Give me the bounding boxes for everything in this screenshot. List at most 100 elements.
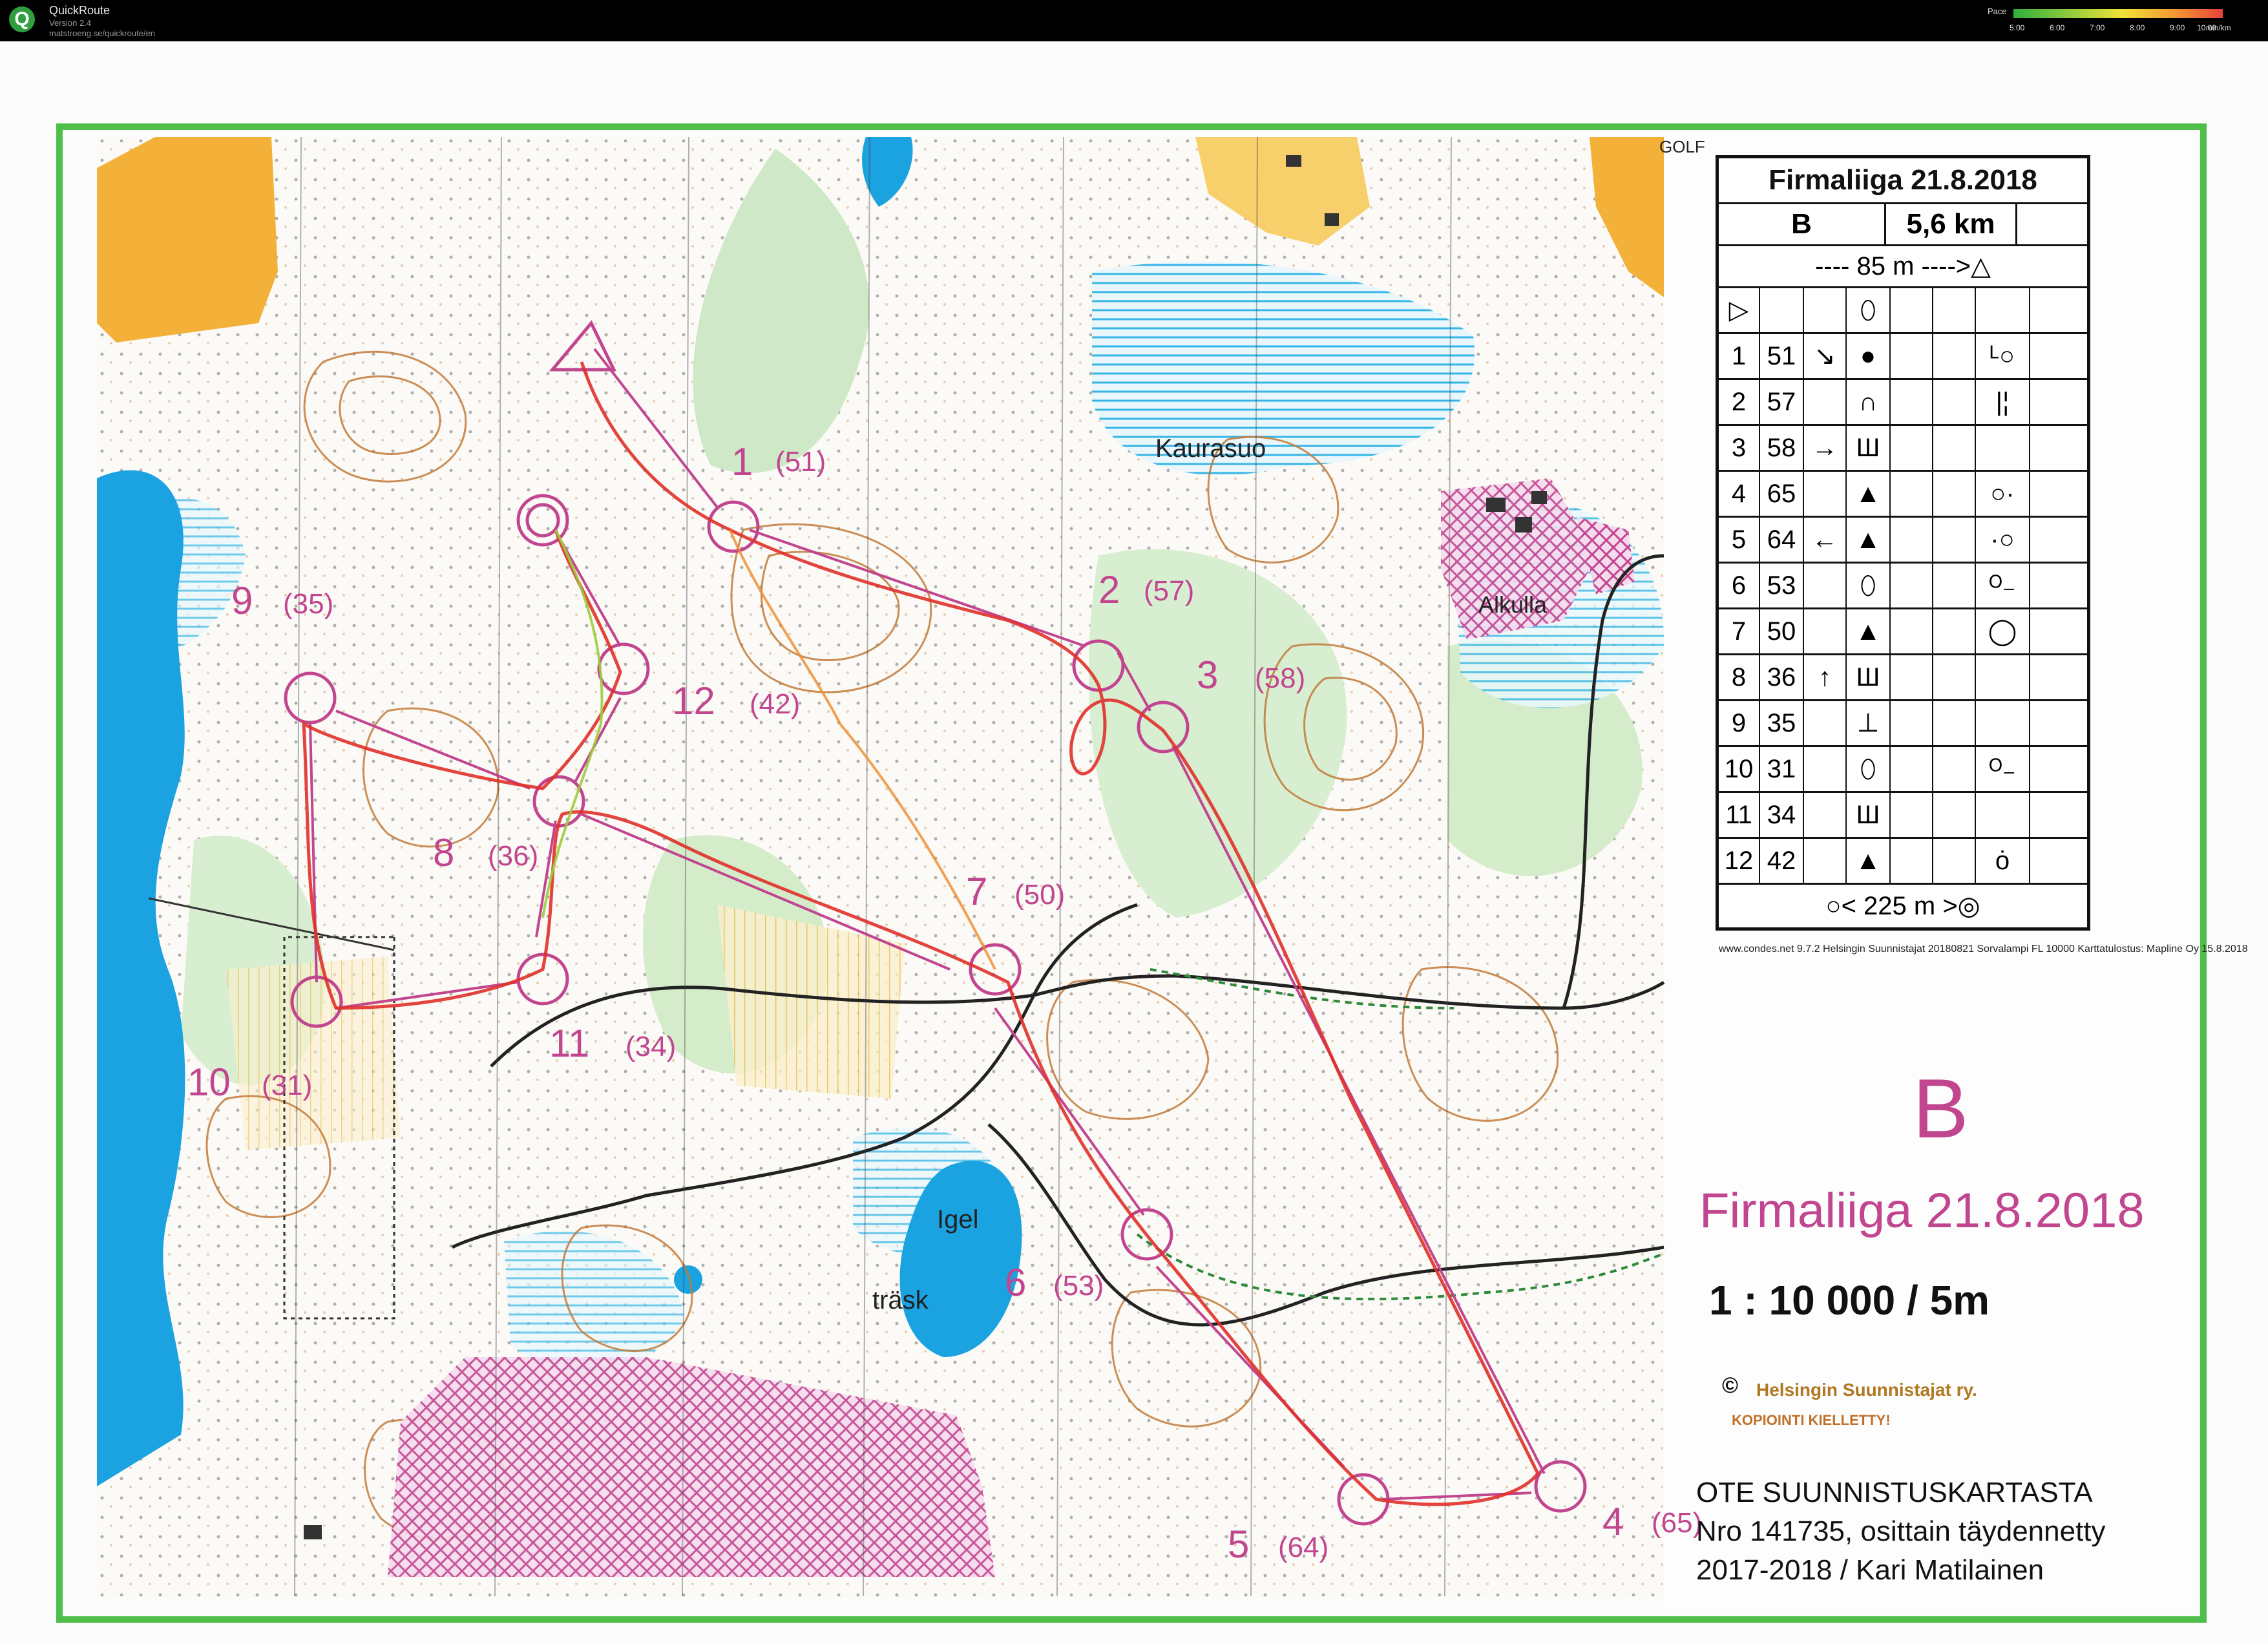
control-code-cell: 35	[1760, 701, 1804, 745]
empty-cell	[2030, 518, 2083, 562]
description-row: 5 64 ← ▲ ·○	[1719, 518, 2087, 564]
control-code: (53)	[1053, 1270, 1104, 1302]
empty-cell	[1891, 839, 1933, 883]
empty-cell	[1933, 426, 1976, 470]
control-code: (34)	[625, 1031, 677, 1062]
feature-cell: ▲	[1847, 472, 1891, 516]
control-number: 7	[966, 870, 988, 913]
direction-cell: ↘	[1804, 334, 1847, 378]
control-order: 5	[1719, 518, 1760, 562]
empty-cell	[1891, 334, 1933, 378]
control-code-cell: 65	[1760, 472, 1804, 516]
empty-cell	[1891, 793, 1933, 837]
place-label: träsk	[872, 1286, 929, 1314]
empty-cell	[1891, 655, 1933, 699]
empty-cell	[2030, 839, 2083, 883]
copy-warning: KOPIOINTI KIELLETTY!	[1732, 1412, 1891, 1428]
control-code: (50)	[1014, 879, 1066, 911]
control-code: (51)	[775, 446, 826, 478]
place-label: GOLF	[1659, 137, 1705, 156]
detail-cell	[1976, 793, 2030, 837]
place-label: Igel	[937, 1205, 979, 1234]
control-number: 2	[1098, 568, 1120, 611]
empty-cell	[2030, 426, 2083, 470]
control-order: 6	[1719, 564, 1760, 607]
empty-cell	[1891, 380, 1933, 424]
control-code-cell: 34	[1760, 793, 1804, 837]
app-url[interactable]: matstroeng.se/quickroute/en	[49, 28, 155, 38]
empty-cell	[1891, 518, 1933, 562]
control-code-cell: 42	[1760, 839, 1804, 883]
control-code-cell: 50	[1760, 609, 1804, 653]
empty-cell	[1933, 747, 1976, 791]
control-code: (65)	[1652, 1507, 1703, 1539]
pace-tick: 9:00	[2170, 23, 2185, 32]
empty-cell	[1933, 839, 1976, 883]
control-code: (31)	[262, 1070, 313, 1101]
empty-cell	[1933, 518, 1976, 562]
control-number: 3	[1197, 653, 1219, 697]
pace-tick: 6:00	[2050, 23, 2065, 32]
pace-tick: 8:00	[2130, 23, 2145, 32]
feature-cell: ▲	[1847, 518, 1891, 562]
pace-legend-bar	[2013, 9, 2223, 18]
empty-cell	[2030, 701, 2083, 745]
control-order: 4	[1719, 472, 1760, 516]
empty-cell	[1891, 701, 1933, 745]
description-row: 2 57 ∩ |¦	[1719, 380, 2087, 426]
feature-cell: ▲	[1847, 609, 1891, 653]
direction-cell: ↑	[1804, 655, 1847, 699]
copyright-icon: ©	[1722, 1373, 1739, 1398]
control-code: (35)	[283, 588, 334, 620]
course-class: B	[1719, 204, 1886, 244]
empty-cell	[2030, 380, 2083, 424]
control-code: (58)	[1255, 662, 1306, 694]
detail-cell: ᴸ○	[1976, 334, 2030, 378]
detail-cell: ȯ	[1976, 839, 2030, 883]
pace-tick: 7:00	[2090, 23, 2105, 32]
detail-cell	[1976, 426, 2030, 470]
control-code-cell: 53	[1760, 564, 1804, 607]
detail-cell: ·○	[1976, 518, 2030, 562]
empty-cell	[1933, 472, 1976, 516]
control-code-cell: 31	[1760, 747, 1804, 791]
control-code-cell: 58	[1760, 426, 1804, 470]
direction-cell	[1804, 380, 1847, 424]
direction-cell	[1804, 701, 1847, 745]
detail-cell	[1976, 701, 2030, 745]
control-number: 5	[1228, 1523, 1250, 1566]
description-row: 12 42 ▲ ȯ	[1719, 839, 2087, 885]
map-info-line: Nro 141735, osittain täydennetty	[1696, 1515, 2106, 1547]
map-info-line: 2017-2018 / Kari Matilainen	[1696, 1554, 2044, 1586]
course-length: 5,6 km	[1886, 204, 2017, 244]
empty-cell	[1933, 701, 1976, 745]
quickroute-logo-icon[interactable]: Q	[9, 6, 35, 32]
course-letter: B	[1913, 1061, 1969, 1155]
description-footer: www.condes.net 9.7.2 Helsingin Suunnista…	[1719, 944, 2248, 955]
empty-cell	[1933, 334, 1976, 378]
detail-cell: ᴼ₋	[1976, 747, 2030, 791]
empty-cell	[1933, 793, 1976, 837]
description-row: 1 51 ↘ ● ᴸ○	[1719, 334, 2087, 380]
pace-legend-label: Pace	[1988, 6, 2007, 16]
app-titlebar: Q QuickRoute Version 2.4 matstroeng.se/q…	[0, 0, 2268, 41]
finish-marking: ○< 225 m >◎	[1825, 892, 1980, 920]
empty-cell	[1933, 380, 1976, 424]
empty-cell	[1891, 609, 1933, 653]
control-code: (42)	[750, 688, 801, 720]
description-row: 8 36 ↑ Ш	[1719, 655, 2087, 701]
detail-cell	[1976, 655, 2030, 699]
control-number: 1	[731, 440, 753, 483]
feature-cell: ∩	[1847, 380, 1891, 424]
detail-cell: ◯	[1976, 609, 2030, 653]
direction-cell	[1804, 747, 1847, 791]
pond	[674, 1265, 702, 1294]
detail-cell: ᴼ₋	[1976, 564, 2030, 607]
description-row: 4 65 ▲ ○·	[1719, 472, 2087, 518]
detail-cell: |¦	[1976, 380, 2030, 424]
feature-cell: ⬯	[1847, 564, 1891, 607]
feature-cell: ●	[1847, 334, 1891, 378]
control-code-cell: 51	[1760, 334, 1804, 378]
control-order: 9	[1719, 701, 1760, 745]
direction-cell	[1804, 839, 1847, 883]
